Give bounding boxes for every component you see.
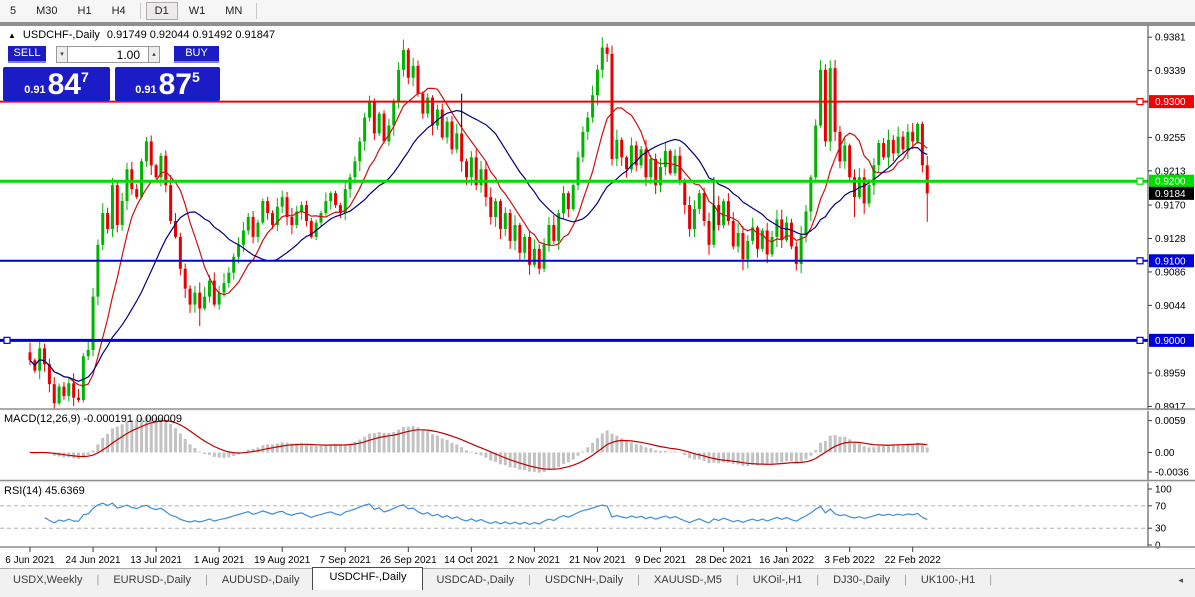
date-axis-label: 14 Oct 2021: [444, 555, 499, 566]
volume-up-button[interactable]: ▴: [148, 46, 160, 63]
date-axis-label: 26 Sep 2021: [380, 555, 437, 566]
date-axis-label: 22 Feb 2022: [885, 555, 942, 566]
chart-symbol-label: USDCHF-,Daily: [22, 29, 100, 41]
price-level-label-0.9100-text: 0.9100: [1155, 256, 1186, 267]
timeframe-button-h4[interactable]: H4: [103, 2, 135, 20]
timeframe-toolbar: 5 M30 H1 H4 D1 W1 MN: [0, 0, 1195, 23]
price-axis-label: 0.9044: [1155, 301, 1186, 312]
sell-price-display[interactable]: 0.91 84 7: [3, 67, 110, 101]
chart-window: 0.9381 0.9339 0.9255 0.9213 0.9170 0.9128 0.90…: [0, 26, 1195, 568]
chart-title: ▲ USDCHF-,Daily 0.91749 0.92044 0.91492 …: [8, 29, 275, 41]
one-click-trading-panel: SELL ▾ ▴ BUY 0.91 84 7 0.91 87: [3, 46, 225, 101]
chart-tab-usdx[interactable]: USDX,Weekly: [0, 571, 95, 589]
timeframe-button-5[interactable]: 5: [1, 2, 25, 20]
price-axis-label: 0.9170: [1155, 201, 1186, 212]
date-axis-label: 3 Feb 2022: [824, 555, 875, 566]
date-axis-label: 1 Aug 2021: [194, 555, 245, 566]
date-axis-label: 24 Jun 2021: [66, 555, 121, 566]
price-axis-label: 0.8959: [1155, 368, 1186, 379]
chart-tab-usdchf[interactable]: USDCHF-,Daily: [312, 566, 424, 592]
toolbar-separator: [256, 3, 258, 19]
volume-input[interactable]: [68, 46, 148, 63]
chart-tab-usdcnh[interactable]: USDCNH-,Daily: [532, 571, 636, 589]
toolbar-separator: [139, 3, 141, 19]
date-axis-label: 21 Nov 2021: [569, 555, 626, 566]
chart-tab-bar: USDX,Weekly | EURUSD-,Daily | AUDUSD-,Daily U…: [0, 566, 1195, 592]
hline-handle-0.9300[interactable]: [1136, 98, 1144, 106]
rsi-axis-label: 70: [1155, 501, 1167, 512]
date-axis-label: 16 Jan 2022: [759, 555, 814, 566]
tab-scroll-left-icon[interactable]: ◂: [1178, 575, 1183, 586]
hline-handle-0.9000[interactable]: [1136, 336, 1144, 344]
price-axis-label: 0.9128: [1155, 234, 1186, 245]
chart-ohlc-values: 0.91749 0.92044 0.91492 0.91847: [106, 29, 276, 41]
date-axis-label: 28 Dec 2021: [695, 555, 752, 566]
collapse-triangle-icon[interactable]: ▲: [8, 30, 16, 41]
price-axis-label: 0.9381: [1155, 33, 1186, 44]
timeframe-button-m30[interactable]: M30: [27, 2, 66, 20]
price-axis-label: 0.9339: [1155, 66, 1186, 77]
macd-indicator-label: MACD(12,26,9) -0.000191 0.000009: [4, 413, 182, 425]
date-axis[interactable]: 6 Jun 2021 24 Jun 2021 13 Jul 2021 1 Aug 20…: [0, 546, 1195, 566]
buy-price-display[interactable]: 0.91 87 5: [115, 67, 220, 101]
chart-tab-ukoil[interactable]: UKOil-,H1: [740, 571, 816, 589]
chart-tab-dj30[interactable]: DJ30-,Daily: [820, 571, 903, 589]
rsi-axis-label: 0: [1155, 541, 1161, 552]
price-chart-svg: 0.93810.93390.92550.92130.91700.91280.90…: [0, 26, 1195, 566]
mt4-terminal: 5 M30 H1 H4 D1 W1 MN 0.9381 0.9339 0.9255 0.9213 0…: [0, 0, 1195, 597]
sell-price-big: 84: [47, 68, 81, 101]
buy-price-prefix: 0.91: [135, 84, 157, 96]
hline-handle-0.9000[interactable]: [3, 336, 11, 344]
sell-button[interactable]: SELL: [8, 46, 46, 63]
volume-dropdown-button[interactable]: ▾: [56, 46, 68, 63]
date-axis-label: 9 Dec 2021: [635, 555, 687, 566]
buy-price-big: 87: [158, 68, 192, 101]
chart-tab-xauusd[interactable]: XAUUSD-,M5: [641, 571, 735, 589]
hline-handle-0.9100[interactable]: [1136, 257, 1144, 265]
chart-tab-usdcad[interactable]: USDCAD-,Daily: [423, 571, 527, 589]
macd-axis-label: 0.00: [1155, 448, 1175, 459]
chart-tab-uk100[interactable]: UK100-,H1: [908, 571, 988, 589]
current-price-label-text: 0.9184: [1155, 189, 1186, 200]
chevron-down-icon: ▾: [60, 51, 64, 58]
chart-tab-eurusd[interactable]: EURUSD-,Daily: [100, 571, 204, 589]
price-axis-label: 0.9255: [1155, 133, 1186, 144]
sell-price-pip: 7: [81, 69, 89, 85]
buy-price-pip: 5: [192, 69, 200, 85]
macd-axis-label: 0.0059: [1155, 416, 1186, 427]
macd-axis-label: -0.0036: [1155, 467, 1189, 478]
sell-price-prefix: 0.91: [24, 84, 46, 96]
timeframe-button-w1[interactable]: W1: [180, 2, 215, 20]
date-axis-label: 13 Jul 2021: [130, 555, 182, 566]
chevron-up-icon: ▴: [152, 51, 156, 58]
price-level-label-0.9300-text: 0.9300: [1155, 97, 1186, 108]
price-axis-label: 0.9086: [1155, 267, 1186, 278]
price-level-label-0.9000-text: 0.9000: [1155, 336, 1186, 347]
rsi-axis-label: 30: [1155, 524, 1167, 535]
date-axis-label: 19 Aug 2021: [254, 555, 311, 566]
chart-plot-area[interactable]: [0, 26, 1148, 547]
rsi-axis-label: 100: [1155, 485, 1172, 496]
date-axis-label: 6 Jun 2021: [5, 555, 55, 566]
chart-tab-audusd[interactable]: AUDUSD-,Daily: [209, 571, 313, 589]
date-axis-label: 7 Sep 2021: [320, 555, 372, 566]
timeframe-button-h1[interactable]: H1: [69, 2, 101, 20]
timeframe-button-d1[interactable]: D1: [145, 2, 178, 20]
hline-handle-0.9200[interactable]: [1136, 177, 1144, 185]
tab-separator: |: [989, 574, 993, 586]
buy-button[interactable]: BUY: [174, 46, 219, 63]
date-axis-label: 2 Nov 2021: [509, 555, 561, 566]
bottom-strip: [0, 590, 1195, 597]
timeframe-button-mn[interactable]: MN: [216, 2, 251, 20]
price-level-label-0.9200-text: 0.9200: [1155, 177, 1186, 188]
rsi-indicator-label: RSI(14) 45.6369: [4, 485, 85, 497]
price-axis-label: 0.8917: [1155, 402, 1186, 413]
